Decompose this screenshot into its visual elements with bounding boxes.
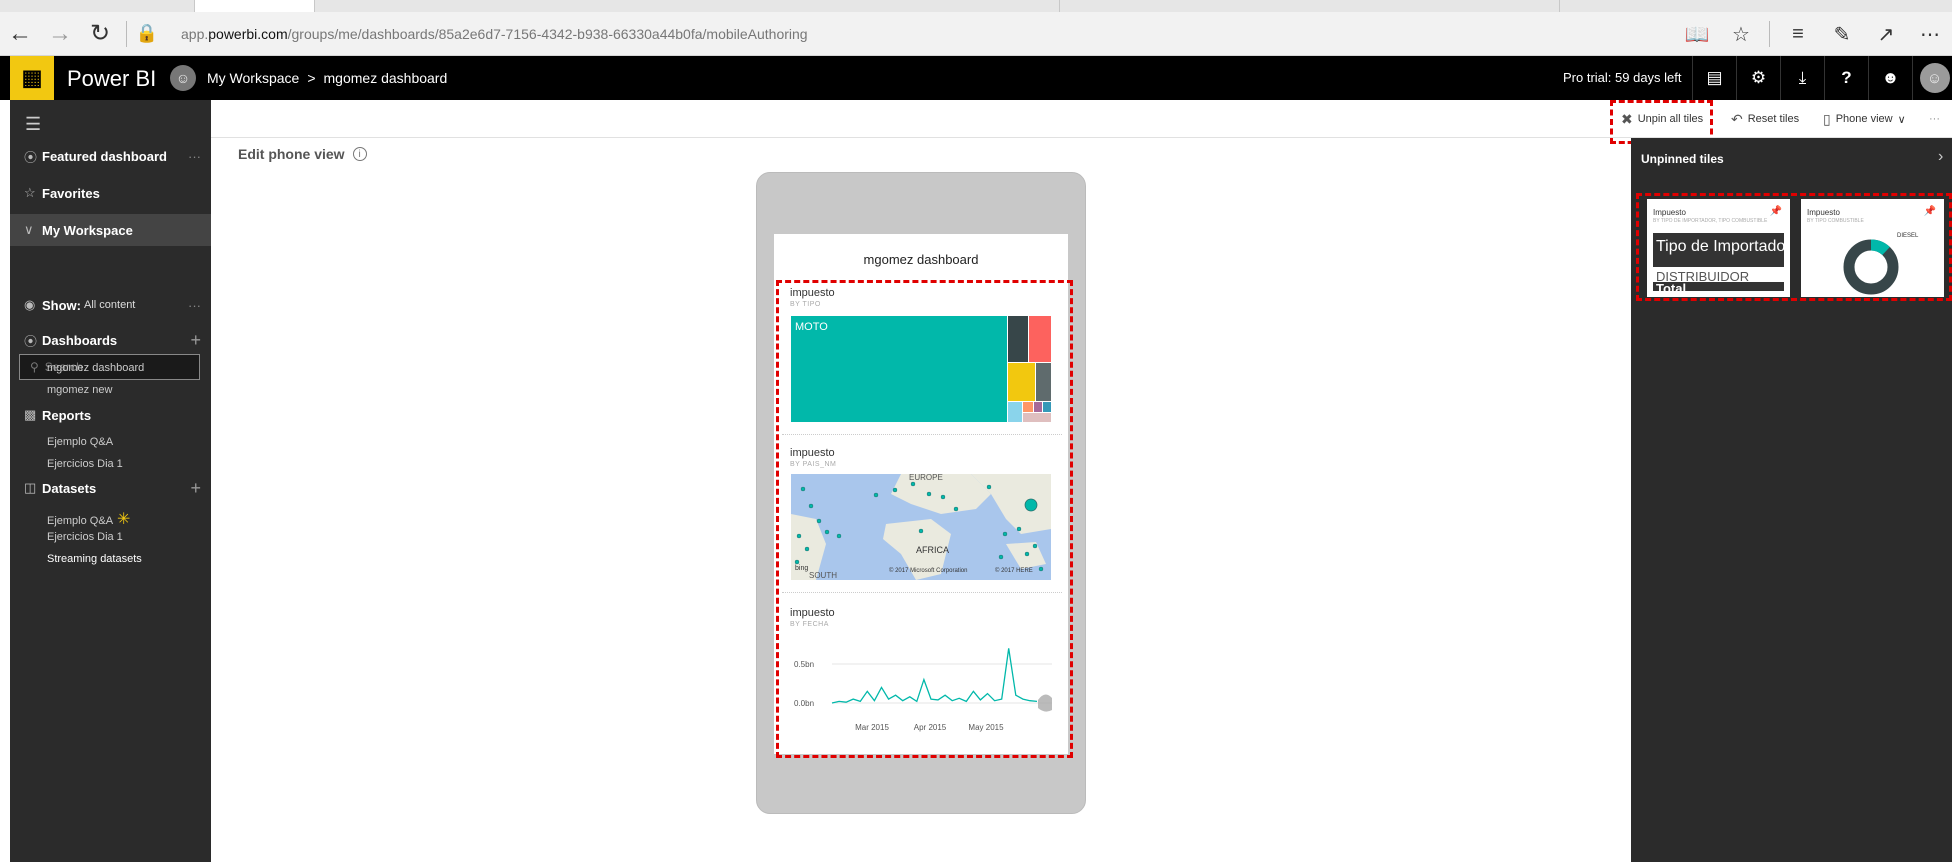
chevron-down-icon: ∨ (1897, 113, 1906, 126)
featured-icon: ⦿ (24, 149, 38, 165)
reset-label: Reset tiles (1747, 113, 1800, 125)
annotation-highlight (776, 280, 1073, 758)
breadcrumb-workspace[interactable]: My Workspace (207, 70, 299, 86)
new-star-icon: ✳ (117, 511, 131, 528)
breadcrumb-dashboard[interactable]: mgomez dashboard (324, 70, 448, 86)
nav-reports-label: Reports (42, 407, 92, 423)
divider (1769, 21, 1770, 47)
back-icon[interactable]: ← (0, 12, 40, 56)
phone-view-dropdown[interactable]: ▯ Phone view ∨ (1823, 100, 1906, 138)
eye-icon: ◉ (24, 297, 36, 312)
undo-icon: ↶ (1731, 110, 1743, 127)
workspace-avatar-icon: ☺ (170, 65, 196, 91)
annotation-highlight (1636, 193, 1952, 301)
browser-address-bar: ← → ↻ 🔒 app. powerbi.com/groups/me/dashbo… (0, 12, 1952, 56)
brand-title[interactable]: Power BI (67, 66, 156, 92)
add-icon[interactable]: + (190, 330, 201, 351)
dataset-label: Ejemplo Q&A (47, 515, 114, 527)
hub-icon[interactable]: ≡ (1776, 23, 1820, 46)
refresh-icon[interactable]: ↻ (80, 12, 120, 56)
sidebar-item-report[interactable]: Ejercicios Dia 1 (47, 458, 123, 470)
lock-icon: 🔒 (135, 23, 159, 43)
share-icon[interactable]: ↗ (1864, 22, 1908, 47)
panel-title: Unpinned tiles (1641, 152, 1724, 166)
favorite-star-icon[interactable]: ☆ (1719, 22, 1763, 47)
user-avatar[interactable]: ☺ (1912, 56, 1952, 100)
breadcrumb: My Workspace > mgomez dashboard (207, 70, 447, 86)
add-icon[interactable]: + (190, 478, 201, 499)
sidebar-item-dataset[interactable]: Ejercicios Dia 1 (47, 531, 123, 543)
sidebar-item-dashboard[interactable]: mgomez dashboard (47, 362, 144, 374)
browser-tab[interactable] (1380, 0, 1560, 12)
download-icon[interactable]: ⤓ (1780, 56, 1824, 100)
star-icon: ☆ (24, 185, 36, 200)
sidebar-item-dashboard[interactable]: mgomez new (47, 384, 112, 396)
nav-favorites-label: Favorites (42, 185, 100, 201)
nav-dashboards-label: Dashboards (42, 332, 118, 348)
url-path: /groups/me/dashboards/85a2e6d7-7156-4342… (287, 25, 808, 42)
browser-tab-active[interactable] (195, 0, 315, 12)
nav-datasets-label: Datasets (42, 480, 97, 496)
search-icon: ⚲ (30, 360, 39, 374)
url-field[interactable]: app. powerbi.com/groups/me/dashboards/85a… (181, 26, 808, 42)
sidebar-item-dataset[interactable]: Ejemplo Q&A ✳ (47, 509, 130, 529)
nav-dashboards[interactable]: ⦿ Dashboards + (10, 324, 211, 356)
more-icon[interactable]: ··· (188, 298, 201, 313)
left-nav: ☰ ⦿ Featured dashboard ··· ☆ Favorites ∨… (10, 100, 211, 862)
page-title: Edit phone view i (238, 146, 367, 162)
nav-show-filter[interactable]: ◉ Show: All content ··· (10, 289, 211, 321)
forward-icon[interactable]: → (40, 12, 80, 56)
database-icon: ◫ (24, 480, 37, 495)
phone-view-label: Phone view (1835, 113, 1893, 125)
reading-view-icon[interactable]: 📖 (1675, 22, 1719, 47)
chevron-down-icon: ∨ (24, 222, 34, 237)
url-prefix: app. (181, 25, 209, 42)
browser-tab-strip (0, 0, 1952, 12)
help-icon[interactable]: ? (1824, 56, 1868, 100)
info-icon[interactable]: i (352, 147, 367, 161)
app-header: ▦ Power BI ☺ My Workspace > mgomez dashb… (0, 56, 1952, 100)
edit-title-label: Edit phone view (238, 146, 345, 162)
more-icon[interactable]: ··· (188, 149, 201, 164)
web-note-icon[interactable]: ✎ (1820, 22, 1864, 47)
user-icon: ☺ (1919, 63, 1950, 93)
app-launcher-icon[interactable]: ▦ (10, 56, 54, 100)
nav-featured-dashboard[interactable]: ⦿ Featured dashboard ··· (10, 140, 211, 172)
nav-workspace-label: My Workspace (42, 222, 133, 238)
nav-my-workspace[interactable]: ∨ My Workspace (10, 214, 211, 246)
smiley-icon[interactable]: ☻ (1868, 56, 1912, 100)
browser-tab[interactable] (880, 0, 1060, 12)
more-options-button[interactable]: ··· (1929, 100, 1940, 138)
nav-favorites[interactable]: ☆ Favorites (10, 177, 211, 209)
chevron-right-icon[interactable]: › (1938, 148, 1943, 166)
dashboard-icon: ⦿ (24, 333, 38, 349)
sidebar-item-dataset[interactable]: Streaming datasets (47, 553, 142, 565)
more-icon[interactable]: ⋯ (1908, 22, 1952, 47)
nav-featured-label: Featured dashboard (42, 148, 167, 164)
settings-gear-icon[interactable]: ⚙ (1736, 56, 1780, 100)
reset-tiles-button[interactable]: ↶ Reset tiles (1731, 100, 1799, 138)
bar-chart-icon: ▩ (24, 407, 37, 422)
nav-datasets[interactable]: ◫ Datasets + (10, 472, 211, 504)
feedback-icon[interactable]: ▤ (1692, 56, 1736, 100)
url-host: powerbi.com (208, 25, 288, 42)
dashboard-title: mgomez dashboard (863, 252, 979, 267)
breadcrumb-separator: > (307, 70, 316, 86)
sidebar-item-report[interactable]: Ejemplo Q&A (47, 436, 113, 448)
phone-icon: ▯ (1823, 110, 1831, 127)
show-value: All content (84, 299, 136, 311)
nav-reports[interactable]: ▩ Reports (10, 399, 211, 431)
hamburger-menu-icon[interactable]: ☰ (25, 114, 41, 135)
browser-tab[interactable] (75, 0, 195, 12)
show-label: Show: (42, 297, 81, 313)
trial-status[interactable]: Pro trial: 59 days left (1563, 70, 1682, 85)
